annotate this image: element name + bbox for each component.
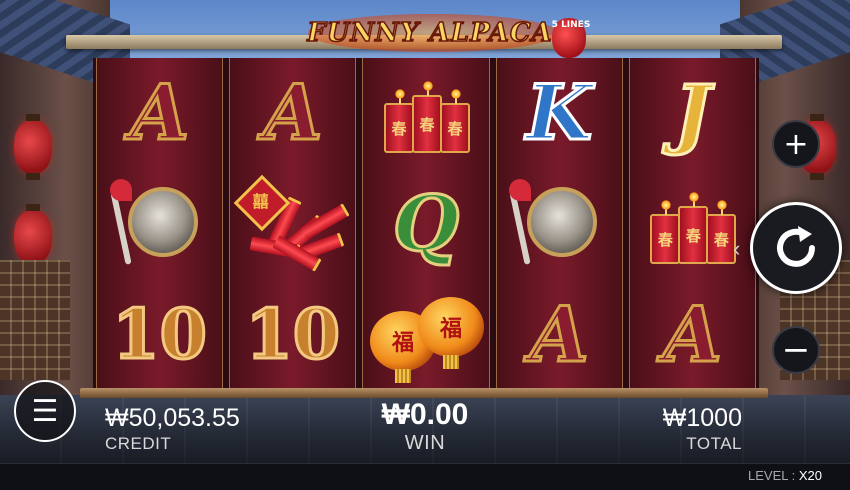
reel-5: J春春春A	[628, 58, 757, 390]
level-indicator: LEVEL : X20	[748, 468, 822, 483]
firecracker-stick-icon: 春	[384, 89, 414, 154]
lanterns-symbol: 福福	[366, 287, 486, 383]
spin-hint-arrow-icon: ‹	[733, 236, 741, 261]
decrease-bet-button[interactable]: −	[772, 326, 820, 374]
credit-label: CREDIT	[105, 434, 172, 453]
number-10-symbol: 10	[111, 294, 209, 375]
red-lantern-icon	[14, 114, 52, 180]
firecracker-stick-icon: 春	[440, 89, 470, 154]
status-bar	[0, 463, 850, 490]
reel-cell: 春春春	[363, 58, 488, 169]
hamburger-menu-icon: ☰	[31, 393, 59, 429]
game-logo: FUNNY ALPACA 5 LINES	[300, 10, 590, 58]
tassel-icon	[395, 368, 411, 383]
ribbon-icon	[509, 179, 532, 201]
reel-2: A 囍 10	[229, 58, 357, 390]
letter-q-symbol: Q	[391, 179, 460, 268]
letter-a-symbol: A	[661, 289, 723, 379]
ribbon-icon	[109, 179, 132, 201]
red-lantern-icon	[14, 204, 52, 270]
menu-button[interactable]: ☰	[14, 380, 76, 442]
reel-cell: A	[497, 279, 622, 390]
firecracker-stick-icon: 春	[412, 81, 442, 154]
reel-cell: 10	[230, 279, 355, 390]
tassel-icon	[443, 354, 459, 369]
reel-cell	[97, 169, 222, 280]
left-window-lattice	[0, 260, 70, 380]
game-title: FUNNY ALPACA	[307, 17, 553, 49]
reel-3: 春春春Q福福	[362, 58, 490, 390]
firecracker-stick-icon: 春	[706, 200, 737, 264]
letter-a-symbol: A	[528, 289, 590, 379]
total-bet-label: TOTAL	[686, 434, 742, 453]
letter-a-symbol: A	[129, 68, 191, 158]
plaque-glyph: 囍	[252, 191, 269, 211]
reel-1: A 10	[96, 58, 224, 390]
level-label: LEVEL :	[748, 468, 796, 483]
reel-4: KA	[495, 58, 623, 390]
letter-j-symbol: J	[673, 68, 712, 158]
level-value: X20	[798, 468, 822, 483]
number-10-symbol: 10	[244, 294, 342, 375]
reel-cell: 福福	[363, 279, 488, 390]
firecracker-stick-icon: 春	[678, 192, 709, 264]
reel-cell	[497, 169, 622, 280]
firecracker-bundle-symbol: 囍	[233, 174, 350, 272]
win-value: ₩0.00	[381, 398, 469, 431]
credit-value: ₩50,053.55	[105, 404, 240, 432]
reel-cell: A	[230, 58, 355, 169]
lines-badge: 5 LINES	[551, 20, 591, 30]
reel-cell: 囍	[230, 169, 355, 280]
spin-button[interactable]	[750, 202, 842, 294]
reel-cell: 10	[97, 279, 222, 390]
gong-symbol	[109, 179, 210, 269]
reel-cell: K	[497, 58, 622, 169]
letter-a-symbol: A	[262, 68, 324, 158]
total-bet-value: ₩1000	[662, 404, 742, 432]
gong-symbol	[509, 179, 609, 269]
firecracker-symbol: 春春春	[376, 73, 476, 154]
reel-frame-bottom	[80, 388, 768, 398]
gong-icon	[127, 187, 198, 257]
reel-cell: J	[630, 58, 755, 169]
reel-cell: Q	[363, 169, 488, 280]
win-label: WIN	[404, 432, 446, 454]
letter-k-symbol: K	[525, 68, 594, 158]
firecracker-stick-icon: 春	[650, 200, 681, 264]
reel-cell: 春春春	[630, 169, 755, 280]
gong-icon	[527, 187, 598, 257]
increase-bet-button[interactable]: +	[772, 120, 820, 168]
firecracker-symbol: 春春春	[642, 184, 742, 264]
reel-cell: A	[630, 279, 755, 390]
reel-cell: A	[97, 58, 222, 169]
gold-lantern-icon: 福	[418, 296, 484, 357]
reel-grid: A 10 A 囍 10 春春春 Q 福福 K A J 春春春 A	[93, 58, 759, 390]
spin-refresh-icon	[777, 226, 815, 267]
